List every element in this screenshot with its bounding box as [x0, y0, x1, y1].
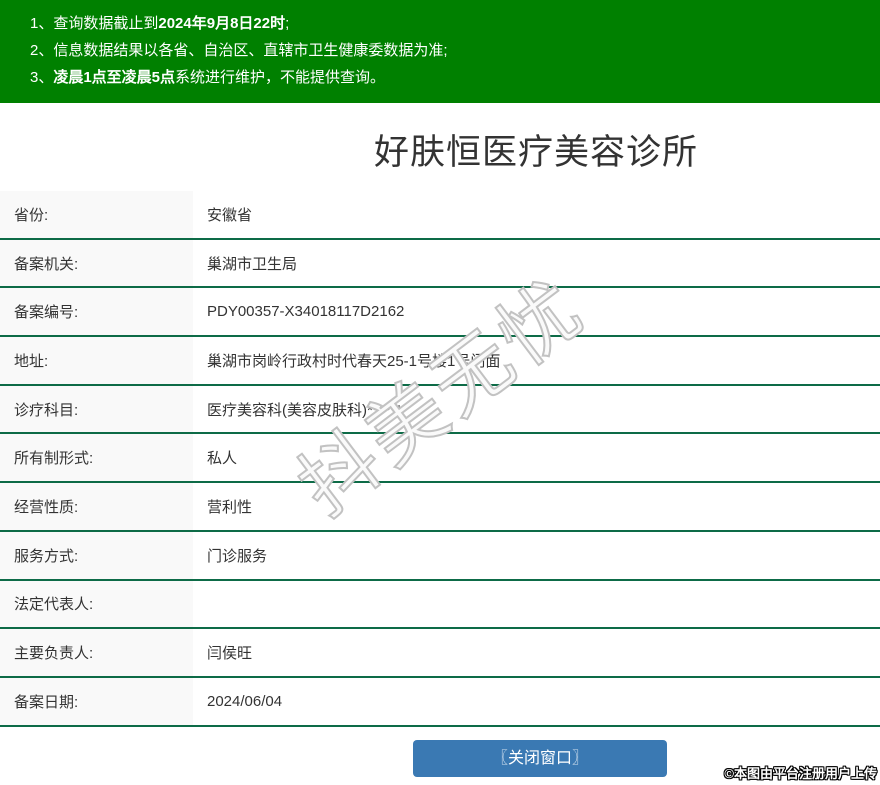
row-label: 备案机关:	[0, 240, 193, 287]
notice-line-3-post: 系统进行维护，不能提供查询。	[175, 69, 385, 86]
record-info-table: 省份: 安徽省 备案机关: 巢湖市卫生局 备案编号: PDY00357-X340…	[0, 191, 880, 727]
table-row-ownership-form: 所有制形式: 私人	[0, 434, 880, 483]
row-value: 门诊服务	[193, 532, 880, 579]
notice-line-1: 1、查询数据截止到2024年9月8日22时;	[30, 10, 870, 37]
table-row-record-date: 备案日期: 2024/06/04	[0, 678, 880, 727]
row-label: 法定代表人:	[0, 581, 193, 628]
row-label: 主要负责人:	[0, 629, 193, 676]
row-value: 2024/06/04	[193, 678, 880, 725]
table-row-service-mode: 服务方式: 门诊服务	[0, 532, 880, 581]
close-window-button[interactable]: 〖关闭窗口〗	[413, 740, 667, 777]
notice-line-3: 3、凌晨1点至凌晨5点系统进行维护，不能提供查询。	[30, 64, 870, 91]
table-row-treatment-subjects: 诊疗科目: 医疗美容科(美容皮肤科)******	[0, 386, 880, 435]
notice-line-1-bold: 2024年9月8日22时	[158, 15, 285, 32]
table-row-main-person-in-charge: 主要负责人: 闫侯旺	[0, 629, 880, 678]
row-label: 经营性质:	[0, 483, 193, 530]
table-row-province: 省份: 安徽省	[0, 191, 880, 240]
row-value: 安徽省	[193, 191, 880, 238]
row-value: PDY00357-X34018117D2162	[193, 288, 880, 335]
table-row-legal-representative: 法定代表人:	[0, 581, 880, 630]
table-row-record-authority: 备案机关: 巢湖市卫生局	[0, 240, 880, 289]
notice-line-2-num: 2、	[30, 42, 53, 59]
notice-line-1-pre: 查询数据截止到	[53, 15, 158, 32]
upload-attribution: ©本图由平台注册用户上传	[724, 763, 877, 782]
row-label: 地址:	[0, 337, 193, 384]
notice-line-3-bold: 凌晨1点至凌晨5点	[53, 69, 175, 86]
row-value: 巢湖市卫生局	[193, 240, 880, 287]
notice-line-2-pre: 信息数据结果以各省、自治区、直辖市卫生健康委数据为准;	[53, 42, 447, 59]
row-value: 营利性	[193, 483, 880, 530]
title-wrap: 好肤恒医疗美容诊所	[96, 103, 880, 191]
row-value	[193, 581, 880, 628]
row-label: 备案编号:	[0, 288, 193, 335]
row-label: 所有制形式:	[0, 434, 193, 481]
row-value: 医疗美容科(美容皮肤科)******	[193, 386, 880, 433]
row-label: 诊疗科目:	[0, 386, 193, 433]
row-value: 巢湖市岗岭行政村时代春天25-1号楼1号门面	[193, 337, 880, 384]
table-row-business-nature: 经营性质: 营利性	[0, 483, 880, 532]
notice-line-1-post: ;	[285, 15, 289, 32]
row-value: 私人	[193, 434, 880, 481]
notice-line-2: 2、信息数据结果以各省、自治区、直辖市卫生健康委数据为准;	[30, 37, 870, 64]
notice-line-1-num: 1、	[30, 15, 53, 32]
table-row-address: 地址: 巢湖市岗岭行政村时代春天25-1号楼1号门面	[0, 337, 880, 386]
table-row-record-number: 备案编号: PDY00357-X34018117D2162	[0, 288, 880, 337]
row-value: 闫侯旺	[193, 629, 880, 676]
row-label: 省份:	[0, 191, 193, 238]
notice-line-3-num: 3、	[30, 69, 53, 86]
row-label: 备案日期:	[0, 678, 193, 725]
row-label: 服务方式:	[0, 532, 193, 579]
notice-bar: 1、查询数据截止到2024年9月8日22时; 2、信息数据结果以各省、自治区、直…	[0, 0, 880, 103]
page-title: 好肤恒医疗美容诊所	[96, 134, 880, 172]
